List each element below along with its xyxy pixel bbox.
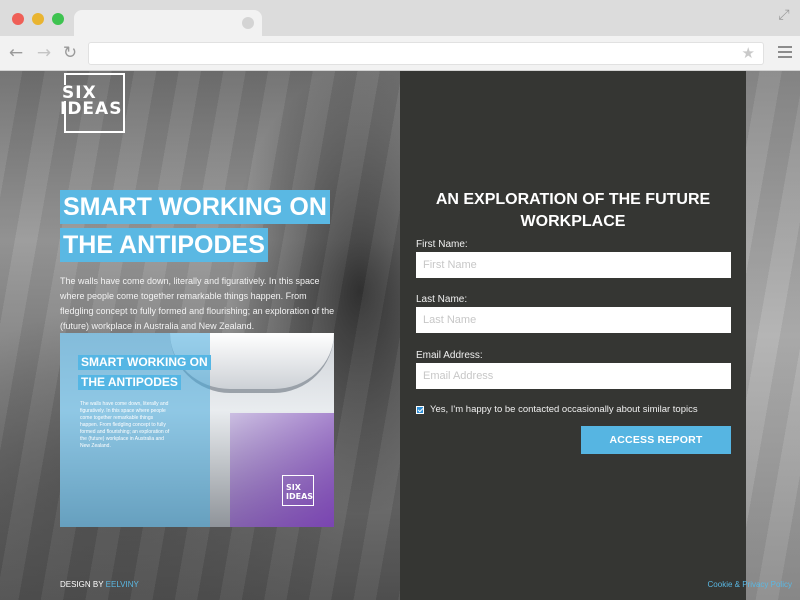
email-input[interactable] xyxy=(416,363,731,389)
consent-checkbox[interactable] xyxy=(416,405,424,414)
cover-text: The walls have come down, literally and … xyxy=(80,401,170,449)
browser-tab[interactable] xyxy=(74,10,262,36)
hero-headline: SMART WORKING ON THE ANTIPODES xyxy=(60,190,330,262)
cover-title-line1: SMART WORKING ON xyxy=(78,355,211,370)
form-title-line1: AN EXPLORATION OF THE FUTURE xyxy=(435,191,711,208)
first-name-input[interactable] xyxy=(416,252,731,278)
forward-arrow-icon[interactable]: → xyxy=(34,43,54,63)
headline-line1: SMART WORKING ON xyxy=(60,190,330,224)
browser-toolbar: ← → ↻ ★ xyxy=(0,36,800,71)
close-window-button[interactable] xyxy=(12,13,24,25)
hero-intro-text: The walls have come down, literally and … xyxy=(60,276,335,331)
form-title-line2: WORKPLACE xyxy=(520,213,626,230)
consent-label: Yes, I'm happy to be contacted occasiona… xyxy=(430,404,698,415)
signup-form-panel: AN EXPLORATION OF THE FUTURE WORKPLACE F… xyxy=(400,71,746,600)
cover-logo: SIX IDEAS xyxy=(282,475,314,506)
last-name-input[interactable] xyxy=(416,307,731,333)
form-title: AN EXPLORATION OF THE FUTURE WORKPLACE xyxy=(400,189,746,233)
maximize-window-button[interactable] xyxy=(52,13,64,25)
first-name-label: First Name: xyxy=(416,239,468,250)
access-report-button[interactable]: ACCESS REPORT xyxy=(581,426,731,454)
design-by-label: DESIGN BY xyxy=(60,580,104,589)
purple-overlay xyxy=(230,413,334,527)
background-photo-edge xyxy=(746,71,800,600)
cover-title-line2: THE ANTIPODES xyxy=(78,375,181,390)
fullscreen-icon[interactable]: ⤢ xyxy=(776,6,792,22)
logo-line2: IDEAS xyxy=(60,99,123,119)
cookie-privacy-link[interactable]: Cookie & Privacy Policy xyxy=(708,580,792,589)
address-bar[interactable]: ★ xyxy=(88,42,764,65)
design-credit: DESIGN BY EELVINY xyxy=(60,580,139,589)
email-label: Email Address: xyxy=(416,350,483,361)
bookmark-star-icon[interactable]: ★ xyxy=(742,45,755,62)
reload-icon[interactable]: ↻ xyxy=(60,43,80,63)
headline-line2: THE ANTIPODES xyxy=(60,228,268,262)
landing-page: SIX IDEAS SMART WORKING ON THE ANTIPODES… xyxy=(0,71,800,600)
hamburger-menu-icon[interactable] xyxy=(778,46,792,60)
browser-tab-bar: ⤢ xyxy=(0,0,800,36)
back-arrow-icon[interactable]: ← xyxy=(6,43,26,63)
consent-row[interactable]: Yes, I'm happy to be contacted occasiona… xyxy=(416,404,698,415)
report-cover-image: SMART WORKING ON THE ANTIPODES The walls… xyxy=(60,333,334,527)
last-name-label: Last Name: xyxy=(416,294,468,305)
cover-title: SMART WORKING ON THE ANTIPODES xyxy=(78,353,211,393)
cover-logo-line2: IDEAS xyxy=(286,492,314,501)
tab-close-icon[interactable] xyxy=(242,17,254,29)
six-ideas-logo[interactable]: SIX IDEAS xyxy=(60,73,125,133)
cover-logo-line1: SIX xyxy=(286,483,301,492)
minimize-window-button[interactable] xyxy=(32,13,44,25)
designer-link[interactable]: EELVINY xyxy=(106,580,139,589)
